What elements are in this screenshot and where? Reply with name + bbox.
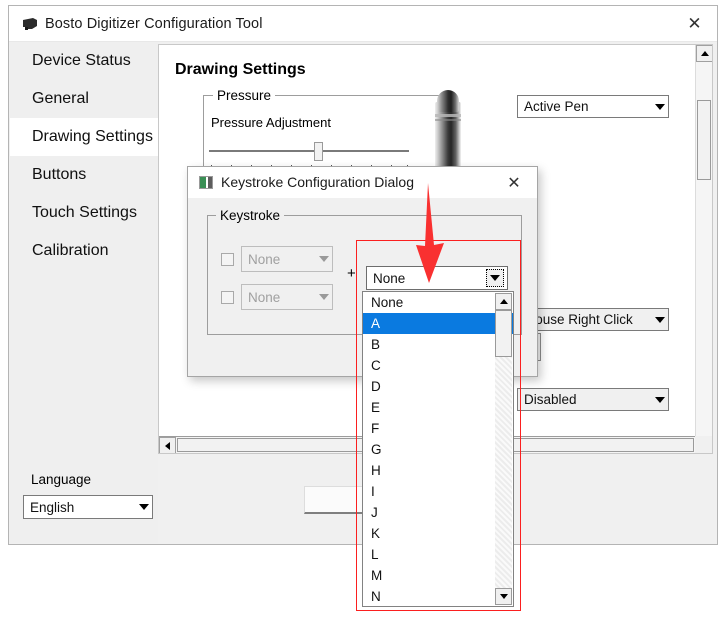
dropdown-option[interactable]: D xyxy=(363,376,513,397)
slider-thumb[interactable] xyxy=(314,142,323,161)
modifier-checkbox-2[interactable] xyxy=(221,291,234,304)
scroll-left-icon[interactable] xyxy=(159,437,176,453)
key-dropdown[interactable]: None xyxy=(366,266,508,290)
chevron-down-icon xyxy=(315,285,332,309)
sidebar-item-label: Drawing Settings xyxy=(32,128,153,145)
slider-track xyxy=(209,150,409,152)
scrollbar-corner xyxy=(695,436,712,453)
dropdown-scrollbar[interactable] xyxy=(495,293,512,605)
modifier-value-2: None xyxy=(248,289,281,305)
language-dropdown[interactable]: English xyxy=(23,495,153,519)
dropdown-option[interactable]: None xyxy=(363,292,513,313)
scroll-up-icon[interactable] xyxy=(696,45,712,62)
dropdown-option[interactable]: H xyxy=(363,460,513,481)
dropdown-option[interactable]: C xyxy=(363,355,513,376)
dropdown-option[interactable]: N xyxy=(363,586,513,606)
pressure-adjustment-label: Pressure Adjustment xyxy=(211,115,331,130)
dropdown-option[interactable]: E xyxy=(363,397,513,418)
dropdown-option[interactable]: B xyxy=(363,334,513,355)
dialog-title: Keystroke Configuration Dialog xyxy=(221,174,414,190)
dropdown-option[interactable]: G xyxy=(363,439,513,460)
pen-button-lower-dropdown[interactable]: Disabled xyxy=(517,388,669,411)
dropdown-option[interactable]: L xyxy=(363,544,513,565)
modifier-dropdown-1[interactable]: None xyxy=(241,246,333,272)
key-dropdown-list[interactable]: None A B C D E F G H I J K L M N xyxy=(362,291,514,607)
pen-mode-dropdown[interactable]: Active Pen xyxy=(517,95,669,118)
language-value: English xyxy=(30,499,75,515)
sidebar-item-label: Calibration xyxy=(32,242,109,259)
content-vertical-scrollbar[interactable] xyxy=(695,45,712,436)
dropdown-option[interactable]: I xyxy=(363,481,513,502)
plus-separator: + xyxy=(347,265,356,282)
pen-mode-value: Active Pen xyxy=(524,99,589,114)
pressure-group-legend: Pressure xyxy=(213,88,276,103)
language-label: Language xyxy=(31,472,92,487)
key-dropdown-options: None A B C D E F G H I J K L M N xyxy=(363,292,513,606)
window-title-bar: Bosto Digitizer Configuration Tool ✕ xyxy=(9,6,717,42)
sidebar-nav: Device Status General Drawing Settings B… xyxy=(10,42,158,543)
pen-ring xyxy=(435,114,461,117)
chevron-down-icon xyxy=(651,96,668,117)
dialog-icon xyxy=(199,176,213,189)
pen-button-lower-value: Disabled xyxy=(524,392,577,407)
modifier-checkbox-1[interactable] xyxy=(221,253,234,266)
chevron-down-icon[interactable] xyxy=(486,269,504,287)
sidebar-item-buttons[interactable]: Buttons xyxy=(10,156,158,194)
sidebar-item-touch-settings[interactable]: Touch Settings xyxy=(10,194,158,232)
sidebar-item-label: Device Status xyxy=(32,52,131,69)
sidebar-item-calibration[interactable]: Calibration xyxy=(10,232,158,270)
pen-ring-secondary xyxy=(435,119,461,121)
dialog-title-bar: Keystroke Configuration Dialog ✕ xyxy=(188,167,537,198)
dialog-close-button[interactable]: ✕ xyxy=(493,167,535,198)
sidebar-item-label: Touch Settings xyxy=(32,204,137,221)
scroll-up-icon[interactable] xyxy=(495,293,512,310)
chevron-down-icon xyxy=(315,247,332,271)
chevron-down-icon xyxy=(651,309,668,330)
dropdown-option[interactable]: M xyxy=(363,565,513,586)
chevron-down-icon xyxy=(651,389,668,410)
dropdown-option[interactable]: J xyxy=(363,502,513,523)
dropdown-option[interactable]: A xyxy=(363,313,513,334)
sidebar-item-drawing-settings[interactable]: Drawing Settings xyxy=(10,118,158,156)
dropdown-scrollbar-thumb[interactable] xyxy=(495,310,512,357)
pen-tip xyxy=(437,90,459,112)
pen-button-upper-dropdown[interactable]: Mouse Right Click xyxy=(517,308,669,331)
modifier-value-1: None xyxy=(248,251,281,267)
sidebar-item-device-status[interactable]: Device Status xyxy=(10,42,158,80)
dropdown-option[interactable]: K xyxy=(363,523,513,544)
window-title: Bosto Digitizer Configuration Tool xyxy=(45,16,263,32)
sidebar-item-label: Buttons xyxy=(32,166,87,183)
scroll-down-icon[interactable] xyxy=(495,588,512,605)
dropdown-option[interactable]: F xyxy=(363,418,513,439)
sidebar-item-label: General xyxy=(32,90,89,107)
chevron-down-icon xyxy=(135,496,152,518)
sidebar-item-general[interactable]: General xyxy=(10,80,158,118)
window-close-button[interactable]: ✕ xyxy=(672,6,717,41)
vertical-scrollbar-thumb[interactable] xyxy=(697,100,711,180)
keystroke-group-legend: Keystroke xyxy=(216,208,285,223)
modifier-dropdown-2[interactable]: None xyxy=(241,284,333,310)
key-dropdown-value: None xyxy=(373,270,406,286)
page-title: Drawing Settings xyxy=(175,61,306,78)
tablet-icon xyxy=(23,18,37,30)
